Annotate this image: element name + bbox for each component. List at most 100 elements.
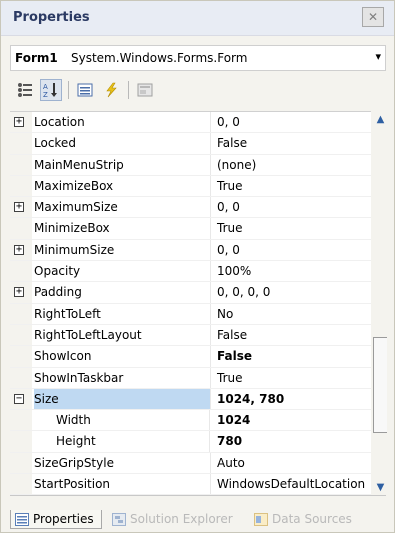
tab-solution-explorer[interactable]: Solution Explorer (108, 510, 244, 529)
property-value[interactable]: False (217, 133, 247, 154)
tab-label: Properties (33, 512, 94, 526)
toolbar-separator (128, 81, 129, 99)
alphabetical-button[interactable]: A Z (40, 79, 62, 101)
property-value[interactable]: 1024 (217, 410, 250, 431)
data-sources-icon (254, 513, 268, 526)
expand-icon[interactable]: + (14, 244, 24, 255)
property-row[interactable]: + Location 0, 0 (10, 112, 371, 134)
row-margin (10, 261, 32, 282)
alphabetical-icon: A Z (43, 83, 57, 98)
property-value[interactable]: Auto (217, 453, 245, 474)
row-margin (10, 346, 32, 367)
property-pages-button[interactable] (134, 79, 156, 101)
property-row[interactable]: RightToLeft No (10, 303, 371, 325)
property-value[interactable]: WindowsDefaultLocation (217, 474, 365, 495)
properties-toolbar: A Z (10, 75, 386, 107)
property-value[interactable]: True (217, 218, 243, 239)
property-name: RightToLeft (34, 303, 211, 324)
description-pane (10, 495, 386, 504)
property-row[interactable]: Height 780 (10, 431, 371, 453)
property-value[interactable]: 1024, 780 (217, 389, 284, 410)
property-name: StartPosition (34, 474, 211, 495)
property-row[interactable]: ShowInTaskbar True (10, 367, 371, 389)
row-margin (10, 324, 32, 346)
tab-properties[interactable]: Properties (10, 510, 102, 529)
property-name: MaximumSize (34, 197, 211, 218)
properties-window-icon (15, 513, 29, 526)
row-margin (10, 303, 32, 324)
property-row[interactable]: MaximizeBox True (10, 175, 371, 198)
property-value[interactable]: (none) (217, 155, 256, 176)
property-name: Opacity (34, 261, 211, 282)
property-value[interactable]: 780 (217, 431, 242, 452)
row-margin (10, 175, 32, 197)
property-row[interactable]: Width 1024 (10, 410, 371, 432)
scroll-down-icon[interactable]: ▼ (375, 482, 386, 493)
object-type: System.Windows.Forms.Form (71, 51, 248, 65)
property-row[interactable]: RightToLeftLayout False (10, 324, 371, 347)
property-value[interactable]: False (217, 346, 252, 367)
tab-label: Solution Explorer (130, 512, 233, 526)
property-name: ShowIcon (34, 346, 211, 367)
events-icon (106, 82, 117, 98)
property-name: Height (34, 431, 210, 452)
property-row[interactable]: Opacity 100% (10, 261, 371, 283)
property-value[interactable]: No (217, 304, 233, 325)
expand-icon[interactable]: + (14, 117, 24, 127)
property-row[interactable]: ShowIcon False (10, 346, 371, 368)
property-row[interactable]: + Padding 0, 0, 0, 0 (10, 282, 371, 304)
property-row[interactable]: − Size 1024, 780 (10, 388, 371, 411)
categorized-button[interactable] (14, 79, 36, 101)
row-margin (10, 452, 32, 474)
row-margin (10, 133, 32, 154)
property-name: MinimizeBox (34, 218, 211, 239)
expand-icon[interactable]: + (14, 202, 24, 213)
property-name: Size (34, 388, 211, 410)
property-name: RightToLeftLayout (34, 324, 211, 346)
svg-text:Z: Z (43, 91, 48, 98)
property-row[interactable]: StartPosition WindowsDefaultLocation (10, 474, 371, 496)
panel-titlebar: Properties ✕ (1, 1, 394, 36)
property-value[interactable]: True (217, 176, 243, 197)
property-name: Width (34, 410, 210, 431)
property-row[interactable]: MinimizeBox True (10, 218, 371, 240)
property-name: Location (34, 112, 211, 133)
collapse-icon[interactable]: − (14, 393, 24, 404)
vertical-scrollbar[interactable]: ▲ ▼ (373, 111, 388, 495)
solution-explorer-icon (112, 513, 126, 526)
expand-icon[interactable]: + (14, 287, 24, 298)
row-margin (10, 154, 32, 175)
toolbar-separator (68, 81, 69, 99)
categorized-icon (18, 83, 32, 97)
tab-data-sources[interactable]: Data Sources (250, 510, 362, 529)
properties-icon (77, 83, 93, 97)
property-name: MinimumSize (34, 239, 211, 261)
property-value[interactable]: 0, 0 (217, 112, 240, 133)
property-row[interactable]: Locked False (10, 133, 371, 155)
close-button[interactable]: ✕ (362, 7, 384, 27)
object-selector-dropdown[interactable]: Form1 System.Windows.Forms.Form ▾ (10, 45, 386, 71)
dropdown-arrow-icon[interactable]: ▾ (375, 50, 381, 63)
property-row[interactable]: SizeGripStyle Auto (10, 452, 371, 475)
scrollbar-thumb[interactable] (373, 337, 387, 433)
property-value[interactable]: False (217, 325, 247, 346)
property-row[interactable]: MainMenuStrip (none) (10, 154, 371, 176)
property-value[interactable]: 0, 0 (217, 240, 240, 261)
scroll-up-icon[interactable]: ▲ (375, 114, 386, 125)
property-name: SizeGripStyle (34, 452, 211, 474)
property-row[interactable]: + MinimumSize 0, 0 (10, 239, 371, 262)
property-grid: + Location 0, 0 Locked False MainMenuStrip (no… (10, 111, 371, 496)
property-value[interactable]: True (217, 368, 243, 389)
row-margin (10, 474, 32, 495)
row-margin (10, 367, 32, 388)
property-value[interactable]: 0, 0 (217, 197, 240, 218)
property-value[interactable]: 0, 0, 0, 0 (217, 282, 270, 303)
events-button[interactable] (100, 79, 122, 101)
tool-window-tabs: Properties Solution Explorer Data Source… (10, 506, 386, 532)
property-name: MainMenuStrip (34, 154, 211, 175)
property-row[interactable]: + MaximumSize 0, 0 (10, 197, 371, 219)
properties-view-button[interactable] (74, 79, 96, 101)
property-value[interactable]: 100% (217, 261, 251, 282)
property-name: Locked (34, 133, 211, 154)
row-margin (10, 431, 32, 452)
